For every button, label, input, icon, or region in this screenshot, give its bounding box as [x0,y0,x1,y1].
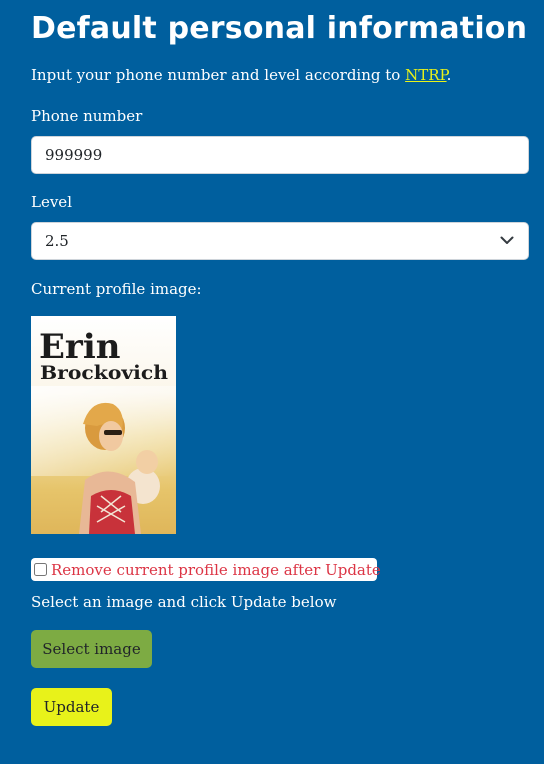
phone-label: Phone number [31,107,143,125]
level-select[interactable]: 2.5 [31,222,529,260]
chevron-down-icon [500,236,514,244]
update-button[interactable]: Update [31,688,112,726]
remove-image-checkbox[interactable] [34,563,47,576]
select-image-button[interactable]: Select image [31,630,152,668]
remove-image-option[interactable]: Remove current profile image after Updat… [31,558,381,581]
intro-suffix: . [446,66,452,84]
intro-text: Input your phone number and level accord… [31,66,451,84]
profile-image: Erin Brockovich [31,316,176,534]
ntrp-link[interactable]: NTRP [405,66,446,84]
remove-image-label: Remove current profile image after Updat… [51,560,381,579]
page-title: Default personal information [31,11,528,46]
upload-instruction: Select an image and click Update below [31,593,337,611]
level-select-value: 2.5 [45,232,69,250]
intro-prefix: Input your phone number and level accord… [31,66,406,84]
level-label: Level [31,193,72,211]
poster-title-line2: Brockovich [40,362,168,384]
profile-image-label: Current profile image: [31,280,202,298]
poster-title-line1: Erin [39,327,120,367]
phone-input[interactable]: 999999 [31,136,529,174]
phone-input-value: 999999 [45,146,103,164]
